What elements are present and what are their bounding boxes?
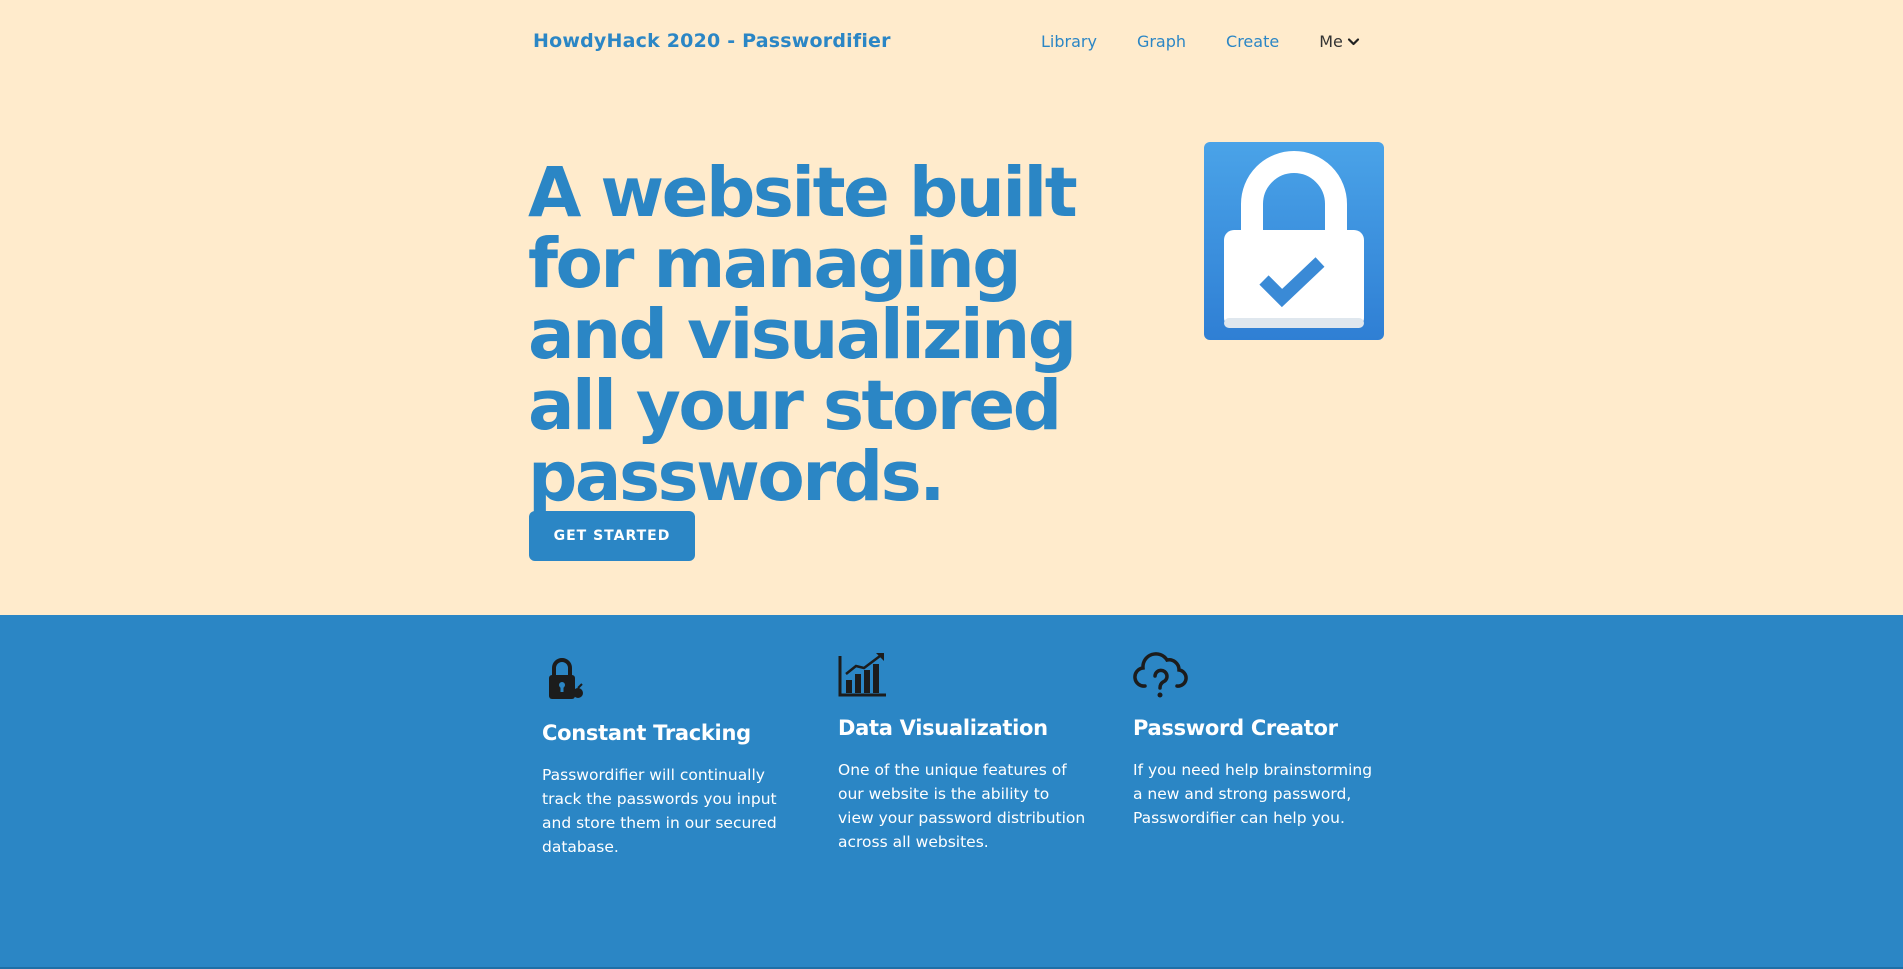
padlock-check-icon: [1204, 142, 1384, 340]
nav-link-library[interactable]: Library: [1041, 32, 1097, 51]
account-dropdown[interactable]: Me: [1319, 32, 1360, 51]
nav-links: Library Graph Create Me: [1041, 32, 1360, 51]
hero-title: A website built for managing and visuali…: [528, 153, 1078, 517]
feature-title: Password Creator: [1133, 716, 1338, 740]
feature-constant-tracking: Constant Tracking Passwordifier will con…: [542, 655, 782, 859]
lock-icon: [542, 655, 598, 707]
feature-text: One of the unique features of our websit…: [838, 761, 1086, 851]
navbar: HowdyHack 2020 - Passwordifier Library G…: [0, 0, 1903, 86]
nav-link-create[interactable]: Create: [1226, 32, 1279, 51]
cloud-question-icon: [1133, 650, 1189, 702]
feature-password-creator: Password Creator If you need help brains…: [1133, 650, 1383, 830]
get-started-button[interactable]: GET STARTED: [529, 511, 695, 561]
nav-link-graph[interactable]: Graph: [1137, 32, 1186, 51]
feature-title: Data Visualization: [838, 716, 1048, 740]
account-label: Me: [1319, 32, 1343, 51]
features-section: Constant Tracking Passwordifier will con…: [0, 615, 1903, 969]
brand-link[interactable]: HowdyHack 2020 - Passwordifier: [533, 30, 891, 52]
chevron-down-icon: [1347, 37, 1359, 45]
feature-text: Passwordifier will continually track the…: [542, 766, 777, 856]
chart-growth-icon: [838, 650, 894, 702]
feature-title: Constant Tracking: [542, 721, 751, 745]
feature-data-visualization: Data Visualization One of the unique fea…: [838, 650, 1088, 854]
feature-text: If you need help brainstorming a new and…: [1133, 761, 1373, 827]
